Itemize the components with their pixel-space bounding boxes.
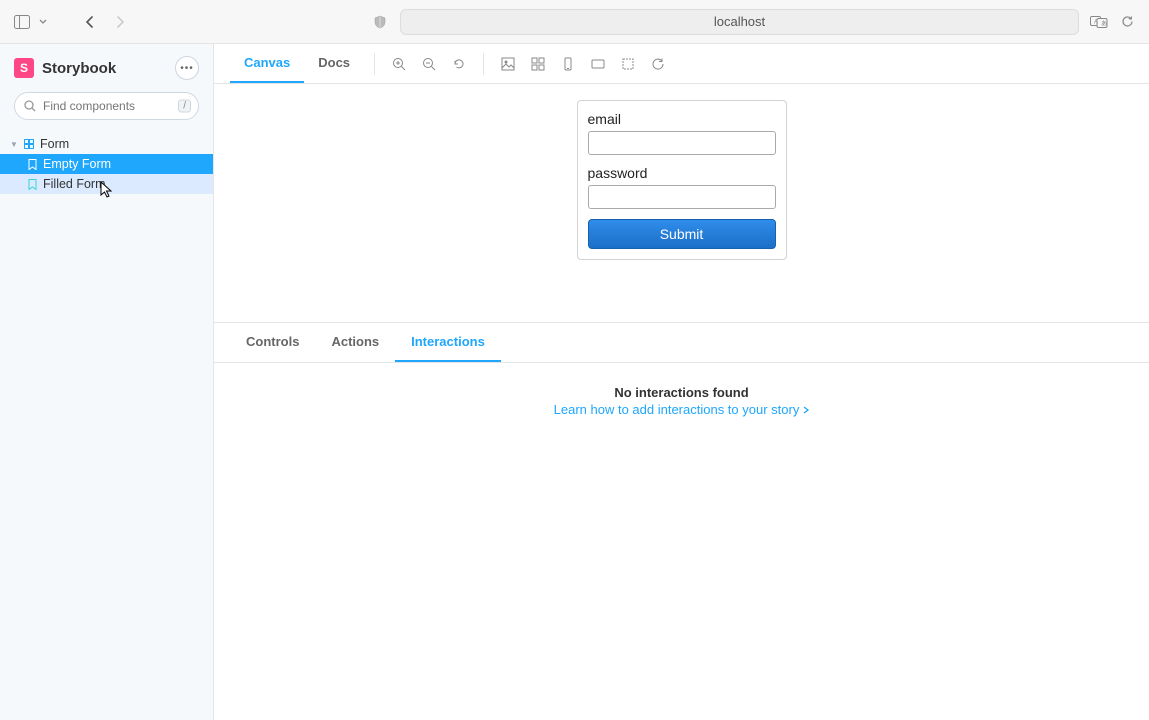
viewport-mobile-icon[interactable] (554, 50, 582, 78)
shield-icon[interactable] (370, 12, 390, 32)
svg-text:A: A (1094, 19, 1098, 25)
search-icon (24, 100, 36, 112)
address-text: localhost (714, 14, 765, 29)
search-shortcut: / (178, 100, 191, 113)
interactions-empty-message: No interactions found (614, 385, 748, 400)
tree-story-filled-form[interactable]: Filled Form (0, 174, 213, 194)
tree-story-empty-form[interactable]: Empty Form (0, 154, 213, 174)
viewport-tablet-icon[interactable] (584, 50, 612, 78)
canvas: email password Submit (214, 84, 1149, 322)
brand-name: Storybook (42, 60, 116, 77)
zoom-out-icon[interactable] (415, 50, 443, 78)
story-icon (28, 159, 37, 170)
password-label: password (588, 165, 776, 181)
tab-docs[interactable]: Docs (304, 44, 364, 83)
addons-panel: Controls Actions Interactions No interac… (214, 322, 1149, 720)
storybook-logo-icon: S (14, 58, 34, 78)
tree-story-label: Filled Form (43, 177, 106, 191)
separator (483, 53, 484, 75)
main: Canvas Docs email password Submit (214, 44, 1149, 720)
chevron-down-icon[interactable] (38, 19, 48, 24)
background-icon[interactable] (494, 50, 522, 78)
grid-icon[interactable] (524, 50, 552, 78)
tree-group-form[interactable]: ▼ Form (0, 134, 213, 154)
sidebar: S Storybook ••• / ▼ Form (0, 44, 214, 720)
reload-icon[interactable] (1117, 12, 1137, 32)
outline-reload-icon[interactable] (644, 50, 672, 78)
component-icon (24, 139, 34, 149)
tab-canvas[interactable]: Canvas (230, 44, 304, 83)
back-button[interactable] (80, 12, 100, 32)
password-field[interactable] (588, 185, 776, 209)
forward-button (110, 12, 130, 32)
search-input[interactable] (14, 92, 199, 120)
svg-text:あ: あ (1101, 20, 1107, 27)
measure-icon[interactable] (614, 50, 642, 78)
toolbar: Canvas Docs (214, 44, 1149, 84)
browser-chrome: localhost Aあ (0, 0, 1149, 44)
interactions-learn-link[interactable]: Learn how to add interactions to your st… (554, 402, 810, 417)
translate-icon[interactable]: Aあ (1089, 12, 1109, 32)
tree-group-label: Form (40, 137, 69, 151)
tree-story-label: Empty Form (43, 157, 111, 171)
brand[interactable]: S Storybook (14, 58, 116, 78)
addon-tab-controls[interactable]: Controls (230, 323, 315, 362)
email-label: email (588, 111, 776, 127)
sidebar-toggle-icon[interactable] (12, 12, 32, 32)
menu-button[interactable]: ••• (175, 56, 199, 80)
separator (374, 53, 375, 75)
chevron-right-icon (803, 406, 809, 414)
zoom-reset-icon[interactable] (445, 50, 473, 78)
zoom-in-icon[interactable] (385, 50, 413, 78)
submit-button[interactable]: Submit (588, 219, 776, 249)
form-component: email password Submit (577, 100, 787, 260)
email-field[interactable] (588, 131, 776, 155)
caret-down-icon: ▼ (10, 140, 18, 149)
addon-tab-interactions[interactable]: Interactions (395, 323, 501, 362)
address-bar[interactable]: localhost (400, 9, 1079, 35)
story-tree: ▼ Form Empty Form Filled Form (0, 130, 213, 194)
addon-tab-actions[interactable]: Actions (315, 323, 395, 362)
story-icon (28, 179, 37, 190)
